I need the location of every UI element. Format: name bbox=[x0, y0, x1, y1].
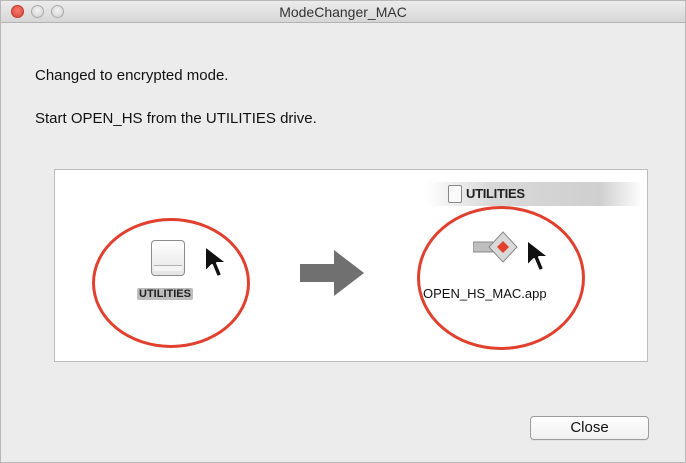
pointer-cursor-icon bbox=[204, 245, 228, 278]
dialog-window: ModeChanger_MAC Changed to encrypted mod… bbox=[0, 0, 686, 463]
right-arrow-icon bbox=[300, 250, 364, 296]
window-title: ModeChanger_MAC bbox=[279, 4, 407, 20]
drive-header-icon bbox=[448, 185, 462, 203]
drive-highlight-circle bbox=[92, 218, 250, 348]
instruction-illustration: UTILITIES UTILITIES OPEN_HS_MAC.app bbox=[54, 169, 648, 362]
drive-icon-label: UTILITIES bbox=[137, 288, 193, 300]
app-highlight-circle bbox=[417, 206, 585, 350]
drive-header-label: UTILITIES bbox=[466, 186, 525, 201]
status-message: Changed to encrypted mode. bbox=[35, 67, 229, 84]
pointer-cursor-icon bbox=[526, 239, 550, 272]
close-button[interactable]: Close bbox=[530, 416, 649, 440]
app-icon bbox=[473, 231, 518, 263]
title-bar: ModeChanger_MAC bbox=[1, 1, 685, 23]
app-label: OPEN_HS_MAC.app bbox=[423, 286, 547, 301]
drive-icon bbox=[151, 240, 185, 276]
instruction-message: Start OPEN_HS from the UTILITIES drive. bbox=[35, 110, 317, 127]
